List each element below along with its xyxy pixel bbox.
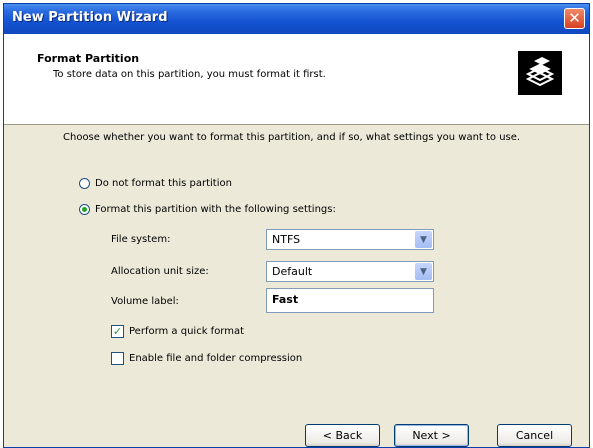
title-bar[interactable]: New Partition Wizard ✕ [4,4,589,34]
cancel-button[interactable]: Cancel [497,424,572,447]
close-button[interactable]: ✕ [564,8,585,29]
volume-label-label: Volume label: [111,296,179,307]
close-icon: ✕ [568,9,581,27]
checkbox-unchecked[interactable] [111,352,124,365]
quick-format-label: Perform a quick format [129,326,245,337]
window-title: New Partition Wizard [12,10,168,25]
quick-format-checkbox[interactable]: ✓ Perform a quick format [111,325,244,338]
radio-button-selected[interactable] [79,204,90,215]
checkbox-checked[interactable]: ✓ [111,325,124,338]
radio-button[interactable] [79,178,90,189]
allocation-select[interactable]: Default ▼ [266,261,434,282]
allocation-value: Default [272,265,313,278]
chevron-down-icon[interactable]: ▼ [415,263,432,280]
back-button[interactable]: < Back [305,424,380,447]
allocation-label: Allocation unit size: [111,266,209,277]
wizard-window: New Partition Wizard ✕ Format Partition … [3,3,590,448]
format-disk-icon [518,51,562,95]
page-subtitle: To store data on this partition, you mus… [53,69,326,80]
compression-checkbox[interactable]: Enable file and folder compression [111,352,302,365]
volume-label-input[interactable]: Fast [266,288,434,313]
radio-no-format-label: Do not format this partition [95,178,232,189]
volume-label-value: Fast [272,293,299,306]
chevron-down-icon[interactable]: ▼ [415,231,432,248]
radio-no-format[interactable]: Do not format this partition [79,178,232,189]
wizard-header: Format Partition To store data on this p… [4,34,589,125]
file-system-label: File system: [111,234,171,245]
file-system-select[interactable]: NTFS ▼ [266,229,434,250]
file-system-value: NTFS [272,233,301,246]
next-button[interactable]: Next > [394,424,469,447]
radio-format-label: Format this partition with the following… [95,204,336,215]
intro-text: Choose whether you want to format this p… [63,132,521,143]
compression-label: Enable file and folder compression [129,353,303,364]
radio-format[interactable]: Format this partition with the following… [79,204,336,215]
page-title: Format Partition [37,52,140,65]
